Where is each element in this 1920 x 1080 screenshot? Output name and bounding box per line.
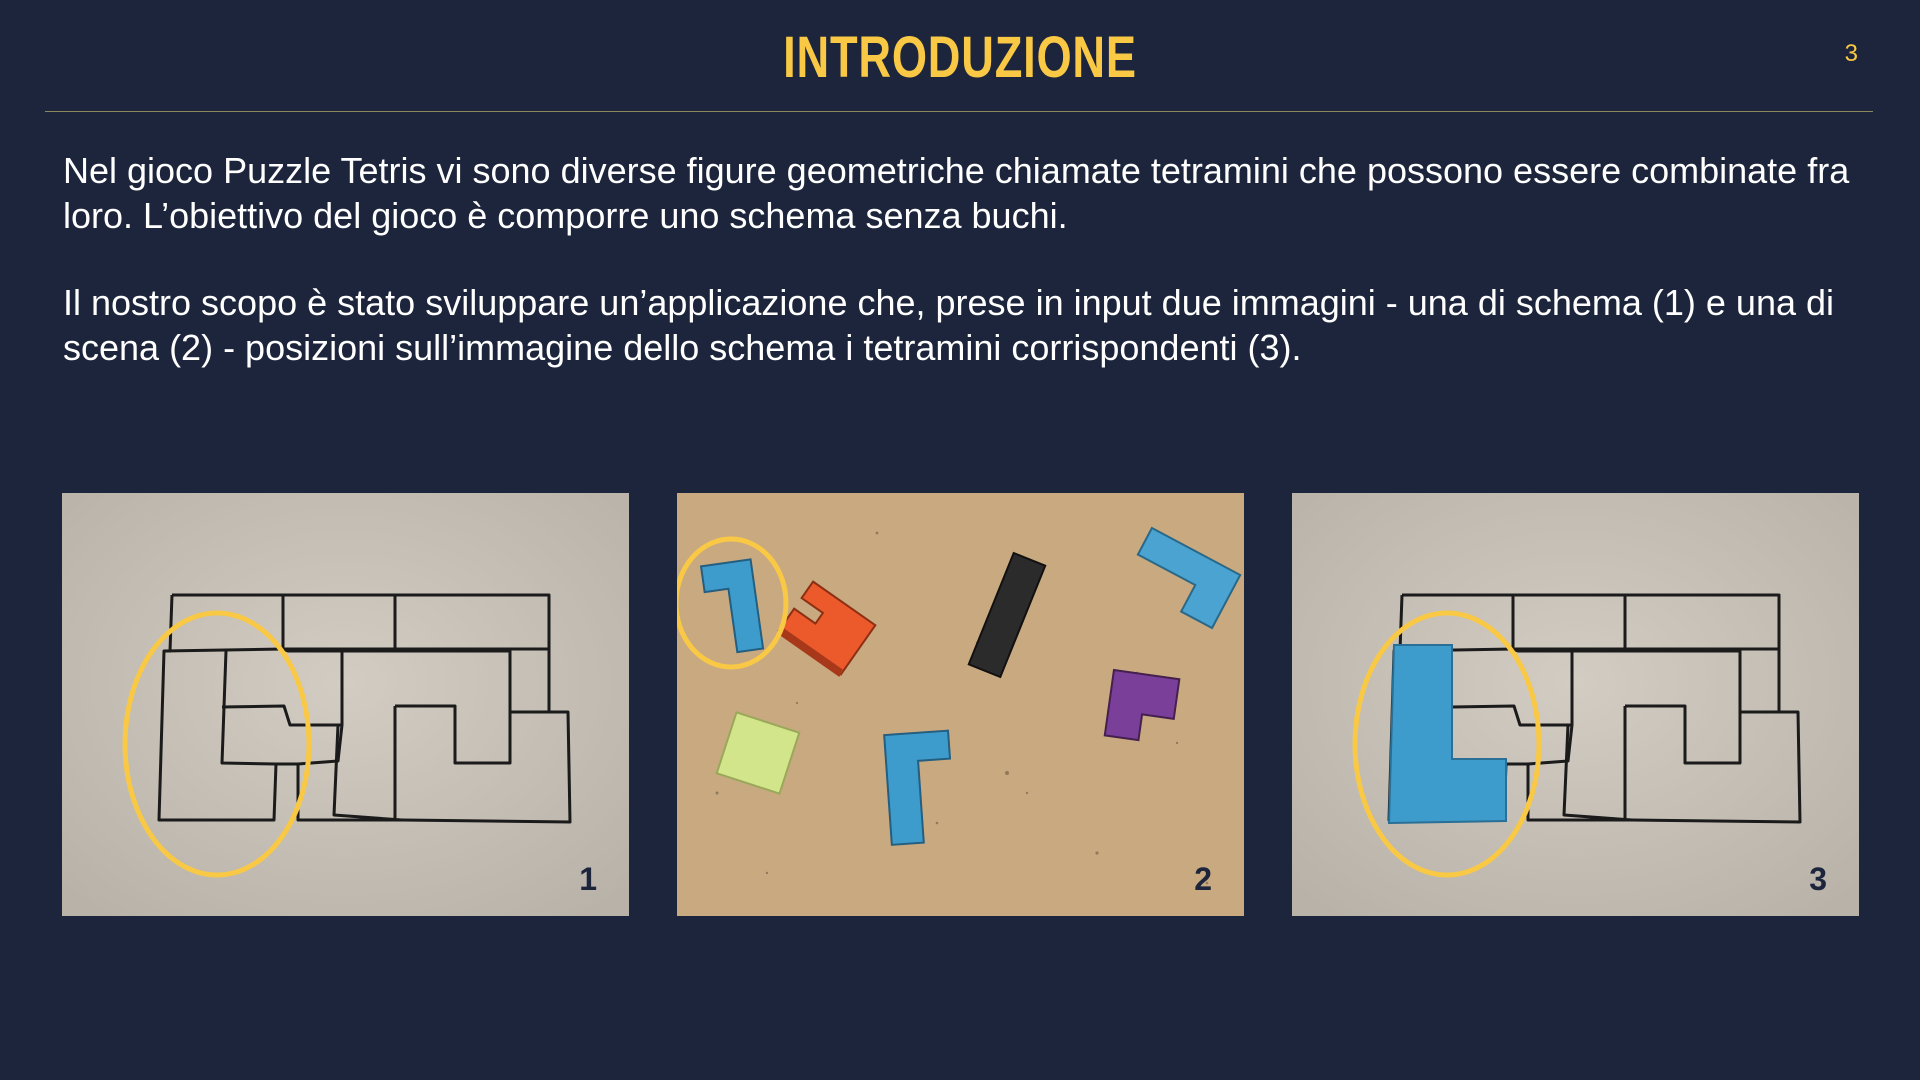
scene-photo-icon xyxy=(677,493,1244,916)
figure-label: 2 xyxy=(1194,861,1212,897)
schema-image: 1 xyxy=(62,493,629,916)
figure-label: 3 xyxy=(1809,861,1827,897)
scene-image: 2 xyxy=(677,493,1244,916)
page-number: 3 xyxy=(1844,40,1858,67)
slide-title: INTRODUZIONE xyxy=(783,25,1137,90)
figure-label: 1 xyxy=(579,861,597,897)
goal-paragraph: Il nostro scopo è stato sviluppare un’ap… xyxy=(63,282,1835,368)
schema-photo-icon xyxy=(62,493,629,916)
intro-paragraph: Nel gioco Puzzle Tetris vi sono diverse … xyxy=(63,150,1850,236)
result-image: 3 xyxy=(1292,493,1859,916)
result-photo-icon xyxy=(1292,493,1859,916)
body-text: Nel gioco Puzzle Tetris vi sono diverse … xyxy=(63,148,1863,412)
title-divider xyxy=(45,111,1873,112)
